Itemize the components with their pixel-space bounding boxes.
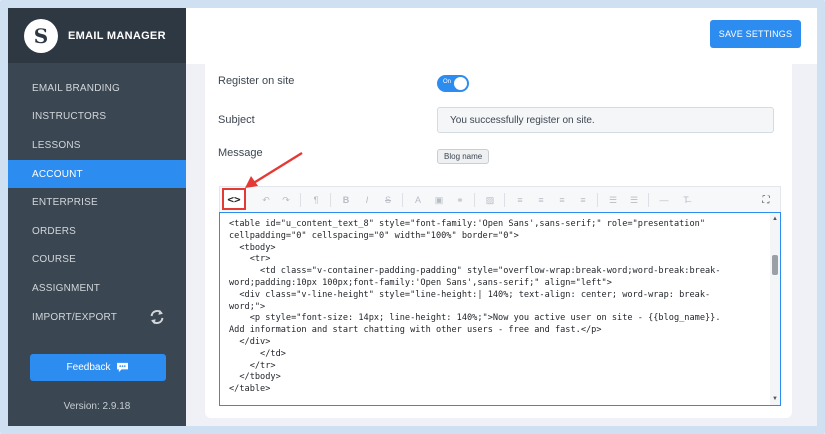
- toolbar-divider: [474, 193, 475, 207]
- code-content: <table id="u_content_text_8" style="font…: [229, 219, 759, 396]
- numbered-list-icon[interactable]: ☰: [626, 187, 642, 213]
- align-right-icon[interactable]: ≡: [554, 187, 570, 213]
- code-line: word;padding:10px 100px;font-family:'Ope…: [229, 277, 612, 288]
- annotation-arrow-icon: [245, 151, 303, 188]
- paragraph-icon[interactable]: ¶: [308, 187, 324, 213]
- bullet-list-icon[interactable]: ☰: [605, 187, 621, 213]
- fullscreen-icon[interactable]: ⛶: [758, 187, 774, 213]
- register-label: Register on site: [218, 75, 295, 87]
- sidebar-item-course[interactable]: COURSE: [8, 246, 186, 275]
- feedback-button[interactable]: Feedback: [30, 354, 166, 381]
- toolbar-divider: [648, 193, 649, 207]
- code-line: </td>: [229, 348, 286, 359]
- sidebar-nav: EMAIL BRANDING INSTRUCTORS LESSONS ACCOU…: [8, 74, 186, 331]
- toggle-text: On: [443, 79, 452, 85]
- sidebar-item-enterprise[interactable]: ENTERPRISE: [8, 188, 186, 217]
- italic-icon[interactable]: I: [359, 187, 375, 213]
- sidebar-item-label: INSTRUCTORS: [32, 111, 107, 123]
- save-settings-button[interactable]: SAVE SETTINGS: [710, 20, 801, 48]
- register-toggle[interactable]: On: [437, 75, 469, 92]
- code-line: </div>: [229, 336, 271, 347]
- code-line: cellpadding="0" cellspacing="0" width="1…: [229, 230, 519, 241]
- horizontal-rule-icon[interactable]: —: [656, 187, 672, 213]
- code-line: <td class="v-container-padding-padding" …: [229, 266, 721, 277]
- code-line: </table>: [229, 384, 271, 395]
- scroll-down-icon[interactable]: ▼: [771, 395, 779, 403]
- sidebar-item-orders[interactable]: ORDERS: [8, 217, 186, 246]
- subject-input[interactable]: You successfully register on site.: [437, 107, 774, 133]
- sidebar-item-instructors[interactable]: INSTRUCTORS: [8, 103, 186, 132]
- strikethrough-icon[interactable]: S: [380, 187, 396, 213]
- app-title: EMAIL MANAGER: [68, 29, 166, 42]
- redo-icon[interactable]: ↷: [278, 187, 294, 213]
- align-center-icon[interactable]: ≡: [533, 187, 549, 213]
- font-color-icon[interactable]: A: [410, 187, 426, 213]
- link-icon[interactable]: ⚭: [452, 187, 468, 213]
- blog-name-tag[interactable]: Blog name: [437, 149, 490, 164]
- code-line: <tr>: [229, 254, 271, 265]
- toolbar-divider: [597, 193, 598, 207]
- bold-icon[interactable]: B: [338, 187, 354, 213]
- feedback-label: Feedback: [66, 362, 111, 373]
- scroll-up-icon[interactable]: ▲: [771, 215, 779, 223]
- code-line: <tbody>: [229, 242, 276, 253]
- subject-label: Subject: [218, 114, 255, 126]
- toolbar-divider: [402, 193, 403, 207]
- sidebar-item-label: ACCOUNT: [32, 168, 83, 180]
- toolbar-divider: [330, 193, 331, 207]
- clear-format-icon[interactable]: T̶: [678, 187, 694, 213]
- toolbar-divider: [300, 193, 301, 207]
- sidebar: S EMAIL MANAGER EMAIL BRANDING INSTRUCTO…: [8, 8, 186, 426]
- app-logo-icon: S: [24, 18, 58, 53]
- sidebar-item-label: COURSE: [32, 254, 76, 266]
- sidebar-item-label: ASSIGNMENT: [32, 282, 101, 294]
- code-line: Add information and start chatting with …: [229, 325, 602, 336]
- code-line: </tbody>: [229, 372, 281, 383]
- code-line: <table id="u_content_text_8" style="font…: [229, 219, 705, 229]
- toolbar-divider: [504, 193, 505, 207]
- sidebar-item-label: EMAIL BRANDING: [32, 82, 121, 94]
- sidebar-item-label: IMPORT/EXPORT: [32, 311, 118, 323]
- code-line: </tr>: [229, 360, 276, 371]
- scroll-thumb[interactable]: [772, 255, 778, 275]
- sidebar-item-label: ENTERPRISE: [32, 197, 98, 209]
- code-line: word;">: [229, 301, 266, 312]
- code-view-icon[interactable]: <>: [222, 188, 246, 210]
- html-code-editor[interactable]: <table id="u_content_text_8" style="font…: [219, 212, 781, 406]
- code-line: <p style="font-size: 14px; line-height: …: [229, 313, 721, 324]
- toggle-knob: [454, 77, 467, 90]
- image-icon[interactable]: ▨: [482, 187, 498, 213]
- sidebar-item-label: ORDERS: [32, 225, 76, 237]
- code-scrollbar[interactable]: ▲ ▼: [770, 213, 780, 405]
- sidebar-item-label: LESSONS: [32, 139, 81, 151]
- sidebar-item-lessons[interactable]: LESSONS: [8, 131, 186, 160]
- chat-icon: [117, 362, 129, 373]
- settings-card: Register on site On Subject You successf…: [205, 64, 792, 418]
- sync-icon[interactable]: [148, 308, 166, 326]
- sidebar-item-email-branding[interactable]: EMAIL BRANDING: [8, 74, 186, 103]
- code-line: <div class="v-line-height" style="line-h…: [229, 289, 711, 300]
- background-color-icon[interactable]: ▣: [431, 187, 447, 213]
- sidebar-item-account[interactable]: ACCOUNT: [8, 159, 186, 189]
- undo-icon[interactable]: ↶: [258, 187, 274, 213]
- align-left-icon[interactable]: ≡: [512, 187, 528, 213]
- version-text: Version: 2.9.18: [63, 401, 131, 412]
- sidebar-item-import-export[interactable]: IMPORT/EXPORT: [8, 303, 186, 332]
- sidebar-item-assignment[interactable]: ASSIGNMENT: [8, 274, 186, 303]
- brand-header: S EMAIL MANAGER: [8, 8, 186, 63]
- align-justify-icon[interactable]: ≡: [575, 187, 591, 213]
- top-bar: SAVE SETTINGS: [186, 8, 817, 64]
